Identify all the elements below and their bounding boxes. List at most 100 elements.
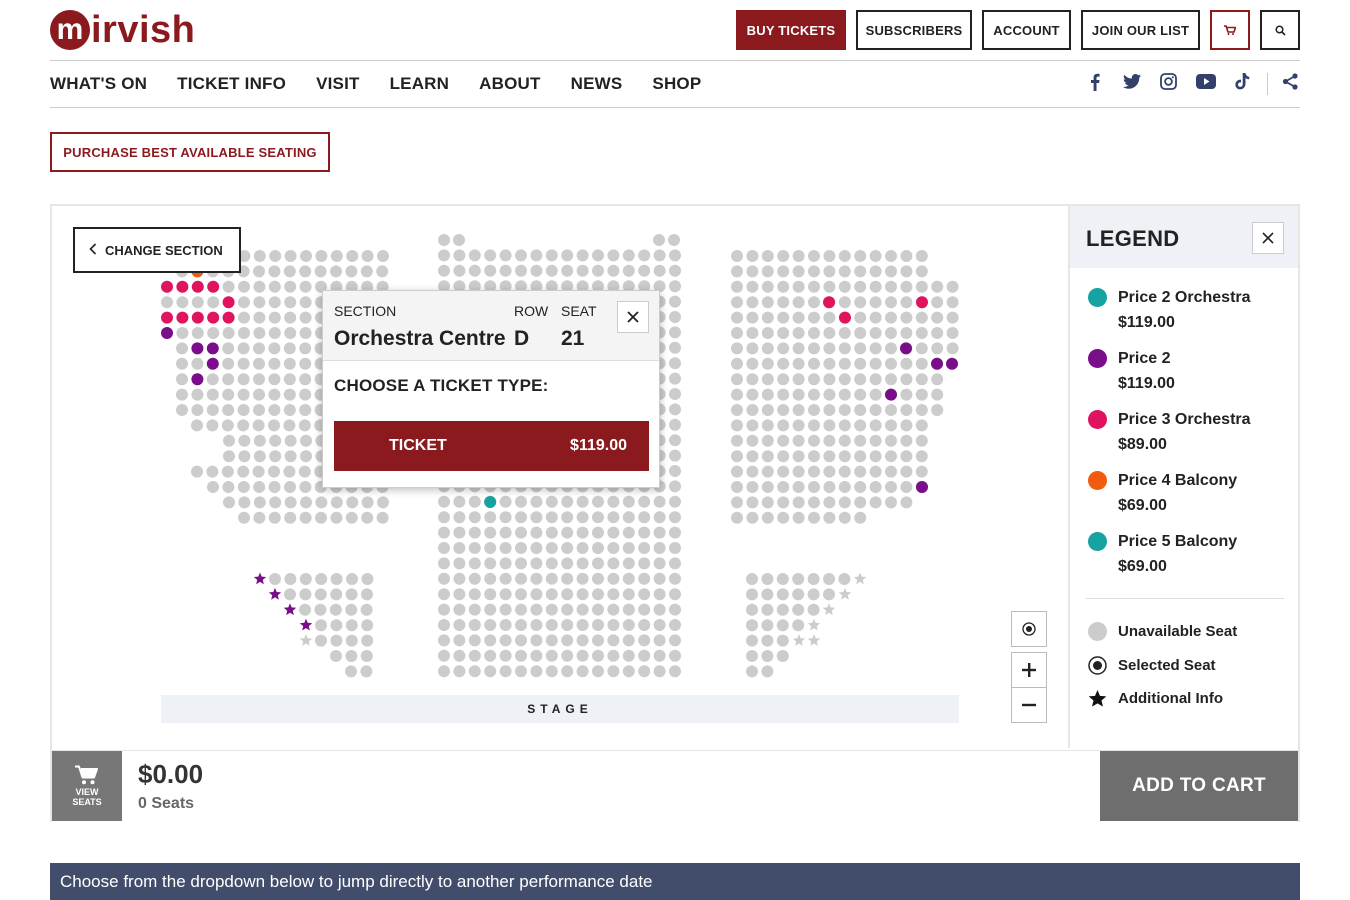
seat[interactable]: [746, 419, 759, 432]
seat[interactable]: [176, 296, 189, 309]
seat[interactable]: [238, 327, 250, 339]
seat[interactable]: [869, 357, 882, 370]
seat[interactable]: [761, 573, 774, 585]
seat[interactable]: [777, 327, 790, 339]
seat[interactable]: [622, 511, 635, 524]
seat[interactable]: [915, 250, 928, 262]
seat[interactable]: [283, 373, 296, 386]
seat[interactable]: [253, 481, 266, 493]
seat[interactable]: [946, 296, 959, 309]
seat[interactable]: [545, 249, 558, 262]
seat[interactable]: [900, 388, 913, 401]
seat[interactable]: [638, 649, 651, 662]
seat[interactable]: [638, 557, 651, 570]
seat[interactable]: [607, 572, 620, 585]
seat[interactable]: [607, 588, 620, 601]
seat[interactable]: [838, 573, 851, 585]
seat[interactable]: [900, 250, 913, 262]
seat[interactable]: [223, 434, 235, 447]
seat[interactable]: [283, 404, 296, 416]
seat[interactable]: [823, 588, 835, 601]
seat[interactable]: [731, 327, 743, 339]
seat[interactable]: [207, 311, 220, 324]
seat[interactable]: [761, 250, 774, 262]
seat[interactable]: [561, 526, 574, 539]
seat[interactable]: [222, 342, 235, 355]
seat[interactable]: [468, 264, 481, 277]
seat[interactable]: [345, 619, 358, 632]
seat[interactable]: [284, 280, 297, 293]
seat[interactable]: [576, 634, 589, 647]
seat[interactable]: [900, 311, 913, 324]
seat[interactable]: [361, 250, 374, 262]
seat[interactable]: [746, 280, 759, 293]
seat[interactable]: [545, 649, 558, 662]
seat[interactable]: [915, 342, 928, 355]
seat[interactable]: [653, 634, 666, 647]
seat[interactable]: [576, 511, 589, 524]
change-section-button[interactable]: CHANGE SECTION: [73, 227, 241, 273]
seat[interactable]: [176, 388, 188, 401]
seat[interactable]: [253, 373, 265, 386]
seat[interactable]: [530, 264, 543, 277]
seat[interactable]: [854, 250, 867, 262]
seat[interactable]: [253, 388, 265, 401]
seat[interactable]: [869, 419, 882, 432]
seat[interactable]: [854, 511, 867, 524]
seat[interactable]: [206, 465, 219, 478]
seat[interactable]: [854, 265, 867, 278]
seat[interactable]: [484, 496, 497, 508]
seat[interactable]: [515, 665, 527, 678]
seat[interactable]: [823, 496, 836, 509]
seat[interactable]: [207, 327, 220, 339]
seat[interactable]: [808, 404, 820, 416]
seat[interactable]: [946, 327, 959, 339]
seat[interactable]: [222, 311, 235, 324]
seat[interactable]: [668, 234, 680, 246]
seat[interactable]: [376, 511, 389, 524]
seat[interactable]: [223, 450, 235, 463]
seat[interactable]: [284, 511, 297, 524]
seat[interactable]: [222, 357, 235, 370]
seat[interactable]: [669, 249, 681, 262]
seat[interactable]: [854, 388, 867, 401]
seat[interactable]: [808, 450, 820, 463]
seat[interactable]: [838, 342, 851, 355]
seat[interactable]: [792, 357, 805, 370]
seat[interactable]: [438, 588, 450, 601]
seat[interactable]: [284, 296, 297, 309]
seat[interactable]: [638, 249, 651, 262]
seat[interactable]: [885, 250, 897, 262]
seat[interactable]: [669, 557, 681, 570]
seat[interactable]: [885, 434, 897, 447]
seat[interactable]: [761, 665, 774, 678]
seat[interactable]: [792, 296, 805, 309]
seat[interactable]: [869, 342, 882, 355]
seat[interactable]: [731, 434, 743, 447]
seat[interactable]: [669, 619, 681, 631]
subscribers-button[interactable]: SUBSCRIBERS: [856, 10, 972, 50]
seat[interactable]: [545, 526, 558, 539]
additional-info-seat[interactable]: [299, 634, 313, 646]
seat[interactable]: [545, 588, 558, 601]
seat[interactable]: [561, 557, 574, 570]
seat[interactable]: [360, 665, 373, 678]
seat[interactable]: [515, 557, 527, 570]
seat[interactable]: [946, 357, 958, 370]
seat[interactable]: [638, 572, 651, 585]
seat[interactable]: [268, 419, 280, 432]
seat[interactable]: [777, 388, 790, 401]
seat[interactable]: [284, 311, 297, 324]
seat[interactable]: [622, 588, 635, 601]
seat[interactable]: [808, 434, 820, 447]
seat[interactable]: [669, 388, 681, 400]
seat[interactable]: [915, 434, 928, 447]
seat[interactable]: [776, 588, 789, 601]
seat[interactable]: [607, 264, 620, 277]
seat[interactable]: [300, 450, 312, 463]
seat[interactable]: [823, 265, 836, 278]
seat[interactable]: [237, 357, 250, 370]
seat[interactable]: [931, 280, 944, 293]
seat[interactable]: [438, 264, 450, 277]
seat[interactable]: [885, 388, 897, 401]
